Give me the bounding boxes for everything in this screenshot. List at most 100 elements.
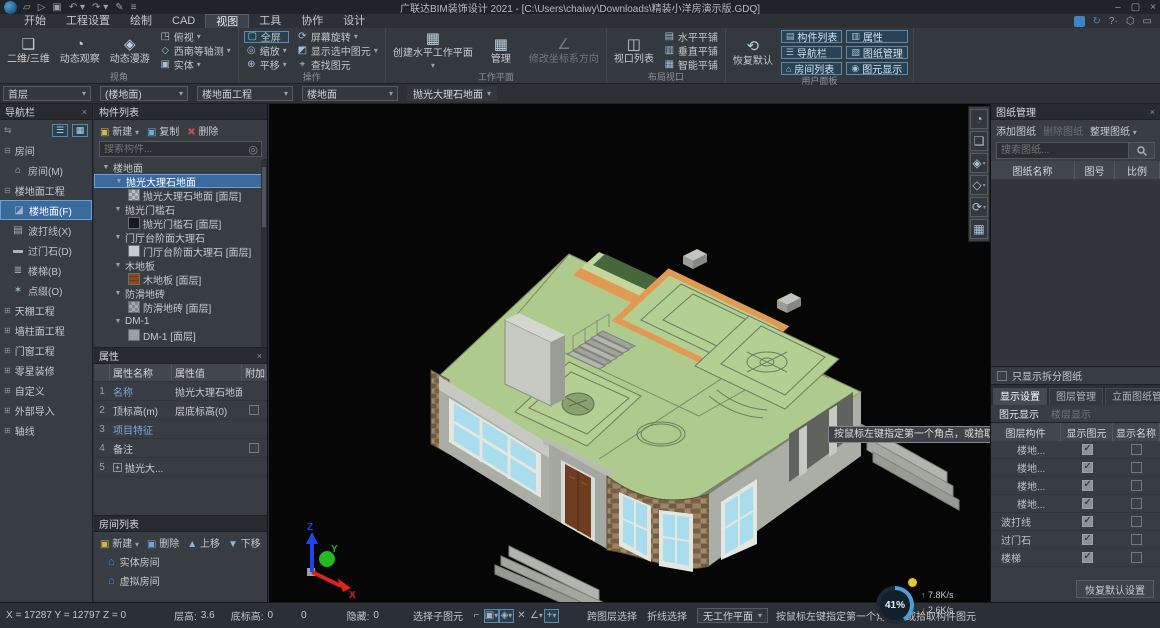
property-row[interactable]: 2顶标高(m)层底标高(0) — [94, 401, 267, 420]
fullscreen-button[interactable]: ▢全屏 — [244, 31, 289, 43]
delete-component-button[interactable]: ✖ 删除 — [187, 123, 218, 138]
top-view-button[interactable]: ◳俯视▾ — [158, 31, 233, 43]
restore-default-button[interactable]: ⟲恢复默认 — [731, 30, 775, 75]
nav-item-room[interactable]: ⌂房间(M) — [0, 160, 92, 180]
drawing-search-input[interactable] — [996, 142, 1129, 159]
close-button[interactable]: × — [1150, 2, 1156, 13]
room-item-virtual[interactable]: ⌂虚拟房间 — [94, 571, 267, 590]
feedback-icon[interactable]: ▭ — [1143, 16, 1152, 27]
polyline-select[interactable]: 折线选择 — [647, 608, 687, 623]
layer-row[interactable]: 楼梯 — [991, 549, 1160, 567]
walkthrough-button[interactable]: ◈动态漫游 — [108, 30, 152, 71]
expand-icon[interactable]: + — [113, 463, 122, 472]
tree-item[interactable]: ▼抛光门槛石 — [94, 202, 267, 216]
pan-button[interactable]: ⊕平移▾ — [244, 59, 289, 71]
tree-item[interactable]: ▼门厅台阶面大理石 — [94, 230, 267, 244]
layer-row[interactable]: 楼地... — [991, 441, 1160, 459]
workplane-select[interactable]: 无工作平面▾ — [697, 608, 768, 623]
toggle-navigator[interactable]: ☰导航栏 — [781, 46, 843, 59]
viewport-list-button[interactable]: ◫视口列表 — [612, 30, 656, 71]
solid-style-button[interactable]: ▣实体▾ — [158, 59, 233, 71]
close-icon[interactable]: × — [1150, 107, 1155, 117]
tree-item[interactable]: 抛光大理石地面 [面层] — [94, 188, 267, 202]
show-element-checkbox[interactable] — [1082, 480, 1093, 491]
menu-tab-project-settings[interactable]: 工程设置 — [56, 14, 120, 28]
nav-group-ceiling[interactable]: ⊞天棚工程 — [0, 300, 92, 320]
nav-group-misc[interactable]: ⊞零星装修 — [0, 360, 92, 380]
deselect-icon[interactable]: ✕ — [514, 609, 529, 623]
view-cube-icon[interactable]: ◈▾ — [970, 153, 988, 173]
nav-group-import[interactable]: ⊞外部导入 — [0, 400, 92, 420]
manage-workplane-button[interactable]: ▦管理 — [481, 30, 521, 71]
show-element-checkbox[interactable] — [1082, 444, 1093, 455]
menu-tab-tools[interactable]: 工具 — [249, 14, 291, 28]
maximize-button[interactable]: ▢ — [1131, 2, 1140, 13]
select-sub-element-label[interactable]: 选择子图元 — [413, 608, 463, 623]
attach-checkbox[interactable] — [249, 405, 259, 415]
create-workplane-button[interactable]: ▦创建水平工作平面▾ — [391, 30, 475, 71]
nav-group-axis[interactable]: ⊞轴线 — [0, 420, 92, 440]
organize-drawing-button[interactable]: 整理图纸 ▾ — [1090, 123, 1137, 138]
property-row[interactable]: 3项目特征 — [94, 420, 267, 439]
open-file-icon[interactable]: ▷ — [38, 2, 46, 13]
checkbox-icon[interactable] — [997, 371, 1007, 381]
layer-row[interactable]: 楼地... — [991, 459, 1160, 477]
tree-item-selected[interactable]: ▼抛光大理石地面 — [94, 174, 267, 188]
toggle-component-list[interactable]: ▤构件列表 — [781, 30, 843, 43]
show-name-checkbox[interactable] — [1131, 516, 1142, 527]
nav-pin-icon[interactable]: ⇆ — [4, 125, 12, 136]
toggle-drawing-manager[interactable]: ▧图纸管理 — [846, 46, 908, 59]
tab-display-settings[interactable]: 显示设置 — [993, 388, 1047, 405]
orbit-tool-icon[interactable]: ◔ — [970, 109, 988, 129]
show-name-checkbox[interactable] — [1131, 498, 1142, 509]
toggle-room-list[interactable]: ⌂房间列表 — [781, 62, 843, 75]
add-drawing-button[interactable]: 添加图纸 — [996, 123, 1036, 138]
major-select[interactable]: 楼地面工程▾ — [197, 86, 293, 101]
nav-group-door-window[interactable]: ⊞门窗工程 — [0, 340, 92, 360]
menu-tab-cad[interactable]: CAD — [162, 14, 205, 28]
property-row[interactable]: 1名称抛光大理石地面 — [94, 382, 267, 401]
viewport-canvas[interactable]: Z Y X 按鼠标左键指定第一个角点，或拾取构件图元 — [269, 104, 990, 602]
category-select[interactable]: (楼地面)▾ — [100, 86, 188, 101]
show-element-checkbox[interactable] — [1082, 498, 1093, 509]
show-name-checkbox[interactable] — [1131, 534, 1142, 545]
nav-card-view-icon[interactable]: ▦ — [72, 124, 88, 137]
solid-select-icon[interactable]: ◈▾ — [499, 609, 514, 623]
tree-item[interactable]: 木地板 [面层] — [94, 272, 267, 286]
tree-item[interactable]: 防滑地砖 [面层] — [94, 300, 267, 314]
cross-layer-select[interactable]: 跨图层选择 — [587, 608, 637, 623]
menu-tab-view[interactable]: 视图 — [205, 14, 249, 28]
new-room-button[interactable]: ▣ 新建 ▾ — [100, 535, 139, 550]
new-file-icon[interactable]: ▱ — [23, 2, 31, 13]
nav-group-custom[interactable]: ⊞自定义 — [0, 380, 92, 400]
component-search-input[interactable] — [100, 144, 245, 155]
screen-rotate-button[interactable]: ⟳屏幕旋转▾ — [295, 31, 380, 43]
delete-room-button[interactable]: ▣ 删除 — [147, 535, 179, 550]
nav-group-wall[interactable]: ⊞墙柱面工程 — [0, 320, 92, 340]
menu-tab-draw[interactable]: 绘制 — [120, 14, 162, 28]
rect-select-icon[interactable]: ▣▾ — [484, 609, 499, 623]
active-tool-select[interactable]: 抛光大理石地面▾ — [407, 86, 497, 101]
sync-icon[interactable]: ↻ — [1093, 16, 1101, 27]
show-element-checkbox[interactable] — [1082, 552, 1093, 563]
show-name-checkbox[interactable] — [1131, 552, 1142, 563]
nav-list-view-icon[interactable]: ☰ — [52, 124, 68, 137]
show-element-checkbox[interactable] — [1082, 534, 1093, 545]
property-row[interactable]: 5+抛光大... — [94, 458, 267, 477]
tree-item[interactable]: ▼楼地面 — [94, 160, 267, 174]
help-icon[interactable]: ?· — [1109, 16, 1118, 27]
save-icon[interactable]: ▣ — [52, 2, 61, 13]
show-element-checkbox[interactable] — [1082, 462, 1093, 473]
subtab-element-display[interactable]: 图元显示 — [999, 406, 1039, 421]
sw-isometric-button[interactable]: ◇西南等轴测▾ — [158, 45, 233, 57]
tile-smart-button[interactable]: ▦智能平铺 — [662, 59, 720, 71]
show-element-checkbox[interactable] — [1082, 516, 1093, 527]
coordinate-input-icon[interactable]: +▾ — [544, 609, 559, 623]
minor-select[interactable]: 楼地面▾ — [302, 86, 398, 101]
angle-snap-icon[interactable]: ∠▾ — [529, 609, 544, 623]
2d-3d-tool-icon[interactable]: ❏ — [970, 131, 988, 151]
nav-group-floor[interactable]: ⊟楼地面工程 — [0, 180, 92, 200]
gift-icon[interactable]: ⬡ — [1126, 16, 1135, 27]
search-button[interactable] — [1129, 142, 1155, 159]
minimize-button[interactable]: – — [1115, 2, 1121, 13]
